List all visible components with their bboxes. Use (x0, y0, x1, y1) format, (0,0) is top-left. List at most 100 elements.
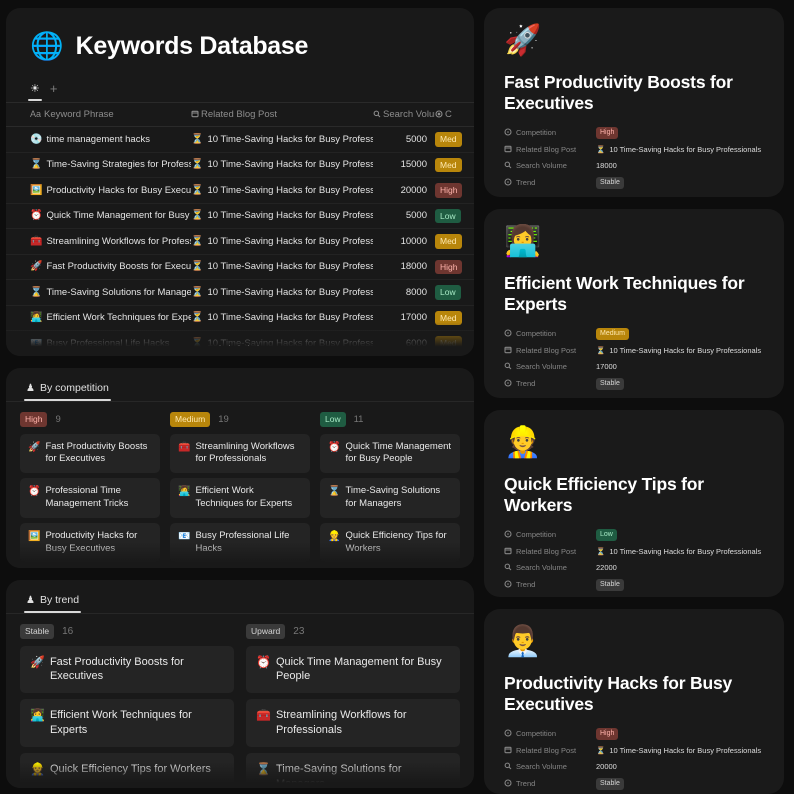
cell-search-volume[interactable]: 5000 (373, 126, 435, 153)
property-search-volume[interactable]: Search Volume 17000 (504, 362, 764, 372)
board-card[interactable]: 🖼️ Productivity Hacks for Busy Executives (20, 522, 160, 563)
board-card[interactable]: 🚀 Fast Productivity Boosts for Executives (20, 645, 234, 694)
cell-keyword[interactable]: ⏰ Quick Time Management for Busy Pe (6, 203, 191, 229)
table-row[interactable]: ⌛ Time-Saving Solutions for Managers ⏳ 10 T… (6, 279, 474, 306)
cell-search-volume[interactable]: 17000 (373, 305, 435, 331)
tab-by-trend[interactable]: ♟ By trend (24, 592, 85, 613)
table-row[interactable]: 🖼️ Productivity Hacks for Busy Executive ⏳… (6, 177, 474, 204)
property-competition[interactable]: Competition Medium (504, 327, 764, 340)
tab-default-view[interactable]: ☀ (28, 82, 42, 101)
column-header-volume[interactable]: Search Volume (373, 103, 435, 127)
board-card[interactable]: 🧰 Streamlining Workflows for Professional… (170, 433, 310, 474)
property-competition[interactable]: Competition Low (504, 528, 764, 541)
cell-blog[interactable]: ⏳10 Time-Saving Hacks for Busy Professio… (191, 203, 373, 229)
blog-text: 10 Time-Saving Hacks for Busy Profession… (207, 184, 373, 196)
property-blog[interactable]: Related Blog Post ⏳ 10 Time-Saving Hacks f… (504, 547, 764, 557)
board-card[interactable]: 📧 Busy Professional Life Hacks (170, 522, 310, 563)
table-row[interactable]: 🧰 Streamlining Workflows for Professio ⏳ 10… (6, 228, 474, 255)
column-header-keyword[interactable]: Aa Keyword Phrase (6, 103, 191, 127)
table-row[interactable]: 🚀 Fast Productivity Boosts for Executive ⏳… (6, 254, 474, 280)
detail-card[interactable]: 👩‍💻 Efficient Work Techniques for Experts… (484, 208, 784, 398)
group-count: 16 (62, 625, 74, 637)
property-label: Competition (504, 128, 596, 138)
cell-competition[interactable]: Med (435, 305, 474, 331)
board-card[interactable]: 👷 Quick Efficiency Tips for Workers (320, 522, 460, 563)
cell-search-volume[interactable]: 15000 (373, 152, 435, 178)
property-trend[interactable]: Trend Stable (504, 777, 764, 790)
board-card[interactable]: 👩‍💻 Efficient Work Techniques for Experts (170, 478, 310, 518)
keyword-text: Productivity Hacks for Busy Executive (46, 184, 191, 196)
property-blog[interactable]: Related Blog Post ⏳ 10 Time-Saving Hacks f… (504, 145, 764, 155)
add-view-button[interactable]: + (50, 81, 58, 102)
table-row[interactable]: 👩‍💻 Efficient Work Techniques for Experts… (6, 305, 474, 331)
board-card[interactable]: 🎯goal setting techniques (320, 567, 460, 568)
card-emoji-icon: ⏰ (256, 654, 271, 669)
cell-keyword[interactable]: 🖼️ Productivity Hacks for Busy Executive (6, 177, 191, 204)
hourglass-icon: ⏳ (191, 133, 204, 145)
property-search-volume[interactable]: Search Volume 22000 (504, 563, 764, 573)
cell-competition[interactable]: High (435, 254, 474, 280)
cell-competition[interactable]: Med (435, 126, 474, 153)
cell-blog[interactable]: ⏳10 Time-Saving Hacks for Busy Professio… (191, 254, 373, 280)
cell-competition[interactable]: Med (435, 152, 474, 178)
board-card[interactable]: 🧰 Streamlining Workflows for Professional… (246, 699, 460, 747)
cell-keyword[interactable]: 👩‍💻 Efficient Work Techniques for Experts (6, 305, 191, 331)
cell-blog[interactable]: ⏳10 Time-Saving Hacks for Busy Professio… (191, 228, 373, 255)
cell-competition[interactable]: Med (435, 228, 474, 255)
property-trend[interactable]: Trend Stable (504, 377, 764, 390)
table-row[interactable]: 💿 time management hacks ⏳ 10 Time-Saving Ha… (6, 126, 474, 153)
column-header-blog[interactable]: Related Blog Post (191, 103, 373, 127)
board-card[interactable]: ⏰ Quick Time Management for Busy People (246, 645, 460, 694)
property-value: 17000 (596, 362, 617, 372)
cell-keyword[interactable]: 🚀 Fast Productivity Boosts for Executive (6, 254, 191, 280)
cell-search-volume[interactable]: 18000 (373, 254, 435, 280)
property-competition[interactable]: Competition High (504, 727, 764, 740)
property-trend[interactable]: Trend Stable (504, 578, 764, 591)
detail-card[interactable]: 👨‍💼 Productivity Hacks for Busy Executive… (484, 608, 784, 794)
cell-search-volume[interactable]: 8000 (373, 279, 435, 306)
cell-keyword[interactable]: ⌛ Time-Saving Strategies for Profession (6, 152, 191, 178)
tab-by-competition[interactable]: ♟ By competition (24, 380, 115, 401)
property-blog[interactable]: Related Blog Post ⏳ 10 Time-Saving Hacks f… (504, 346, 764, 356)
board-card[interactable]: ⌛Time-Saving Strategies for Professional… (170, 567, 310, 568)
cell-blog[interactable]: ⏳10 Time-Saving Hacks for Busy Professio… (191, 177, 373, 204)
property-blog[interactable]: Related Blog Post ⏳ 10 Time-Saving Hacks f… (504, 746, 764, 756)
property-competition[interactable]: Competition High (504, 126, 764, 139)
board-card[interactable]: 👷 Quick Efficiency Tips for Workers (20, 752, 234, 787)
cell-blog[interactable]: ⏳10 Time-Saving Hacks for Busy Professio… (191, 305, 373, 331)
detail-card[interactable]: 🚀 Fast Productivity Boosts for Executives… (484, 8, 784, 197)
board-card[interactable]: 👩‍💻 Efficient Work Techniques for Experts (20, 699, 234, 747)
property-label: Search Volume (504, 563, 596, 573)
board-card[interactable]: ⏰ Quick Time Management for Busy People (320, 433, 460, 474)
column-header-competition[interactable]: C (435, 103, 474, 127)
property-search-volume[interactable]: Search Volume 20000 (504, 762, 764, 772)
search-icon (504, 362, 512, 372)
cell-blog[interactable]: ⏳10 Time-Saving Hacks for Busy Professio… (191, 152, 373, 178)
board-card[interactable]: ⌛ Time-Saving Solutions for Managers (320, 478, 460, 518)
cell-search-volume[interactable]: 20000 (373, 177, 435, 204)
cell-search-volume[interactable]: 10000 (373, 228, 435, 255)
cell-keyword[interactable]: ⌛ Time-Saving Solutions for Managers (6, 279, 191, 306)
property-trend[interactable]: Trend Stable (504, 176, 764, 189)
board-card[interactable]: 🚀productivity apps (20, 567, 160, 568)
cell-search-volume[interactable]: 5000 (373, 203, 435, 229)
board-card[interactable]: ⏰ Professional Time Management Tricks (20, 478, 160, 518)
card-title: Quick Efficiency Tips for Workers (345, 529, 447, 554)
blog-text: 10 Time-Saving Hacks for Busy Profession… (207, 235, 373, 247)
table-row[interactable]: ⌛ Time-Saving Strategies for Profession ⏳ 1… (6, 152, 474, 178)
board-card[interactable]: 🚀 Fast Productivity Boosts for Executives (20, 433, 160, 474)
cell-keyword[interactable]: 💿 time management hacks (6, 126, 191, 153)
keyword-text: Streamlining Workflows for Professio (46, 235, 191, 247)
property-search-volume[interactable]: Search Volume 18000 (504, 161, 764, 171)
detail-card[interactable]: 👷 Quick Efficiency Tips for Workers Compet… (484, 409, 784, 597)
table-row[interactable]: ⏰ Quick Time Management for Busy Pe ⏳ 10 Ti… (6, 203, 474, 229)
cell-keyword[interactable]: 🧰 Streamlining Workflows for Professio (6, 228, 191, 255)
cell-competition[interactable]: High (435, 177, 474, 204)
row-emoji-icon: 👩‍💻 (30, 312, 43, 324)
card-emoji-icon: ⌛ (256, 761, 271, 776)
cell-blog[interactable]: ⏳10 Time-Saving Hacks for Busy Professio… (191, 279, 373, 306)
cell-competition[interactable]: Low (435, 279, 474, 306)
board-card[interactable]: ⌛ Time-Saving Solutions for Managers (246, 752, 460, 788)
cell-competition[interactable]: Low (435, 203, 474, 229)
cell-blog[interactable]: ⏳10 Time-Saving Hacks for Busy Professio… (191, 126, 373, 153)
